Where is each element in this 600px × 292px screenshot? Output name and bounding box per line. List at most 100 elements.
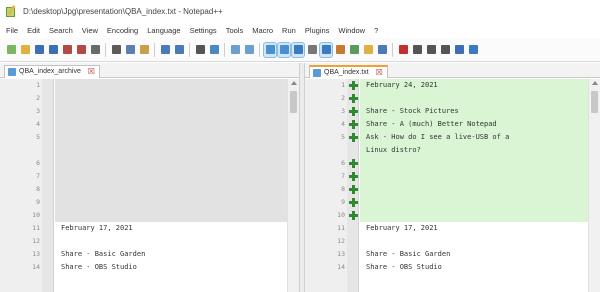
scroll-up-icon[interactable] xyxy=(291,81,297,85)
find-button[interactable] xyxy=(194,43,206,57)
added-line-icon xyxy=(349,107,358,116)
doc-map-button[interactable] xyxy=(334,43,346,57)
save-button[interactable] xyxy=(33,43,45,57)
sync-vertical-button[interactable] xyxy=(263,41,277,58)
menu-item-language[interactable]: Language xyxy=(147,26,180,35)
replace-button[interactable] xyxy=(208,43,220,57)
record-macro-button[interactable] xyxy=(397,43,409,57)
new-file-button[interactable] xyxy=(5,43,17,57)
menu-item-settings[interactable]: Settings xyxy=(190,26,217,35)
text-line[interactable] xyxy=(55,170,287,183)
added-line-icon xyxy=(349,159,358,168)
text-line[interactable]: Share - OBS Studio xyxy=(360,261,588,274)
cut-button[interactable] xyxy=(110,43,122,57)
redo-button[interactable] xyxy=(173,43,185,57)
close-all-button[interactable] xyxy=(75,43,87,57)
text-line[interactable]: Share - Stock Pictures xyxy=(360,105,588,118)
text-line[interactable] xyxy=(360,235,588,248)
scroll-thumb[interactable] xyxy=(591,91,598,113)
copy-button[interactable] xyxy=(124,43,136,57)
right-editor[interactable]: February 24, 2021 Share - Stock Pictures S… xyxy=(305,79,600,292)
text-line[interactable] xyxy=(360,157,588,170)
wrap-button[interactable] xyxy=(291,41,305,58)
text-line[interactable] xyxy=(55,131,287,144)
text-line[interactable]: February 24, 2021 xyxy=(360,79,588,92)
save-all-button[interactable] xyxy=(47,43,59,57)
text-line[interactable]: February 17, 2021 xyxy=(360,222,588,235)
text-line[interactable] xyxy=(55,79,287,92)
line-number: 2 xyxy=(36,94,40,102)
menu-item-encoding[interactable]: Encoding xyxy=(107,26,138,35)
close-button[interactable] xyxy=(61,43,73,57)
vertical-scrollbar[interactable] xyxy=(287,79,299,292)
line-number: 6 xyxy=(341,159,345,167)
added-line-icon xyxy=(349,172,358,181)
text-line[interactable]: Share - OBS Studio xyxy=(55,261,287,274)
indent-guide-button[interactable] xyxy=(319,41,333,58)
menu-item-run[interactable]: Run xyxy=(282,26,296,35)
line-text: Share - Basic Garden xyxy=(61,250,146,258)
text-line[interactable]: Share - Basic Garden xyxy=(55,248,287,261)
playback-button[interactable] xyxy=(425,43,437,57)
text-line[interactable] xyxy=(55,196,287,209)
text-line[interactable] xyxy=(55,235,287,248)
text-line[interactable] xyxy=(360,209,588,222)
text-line[interactable]: Share - Basic Garden xyxy=(360,248,588,261)
menu-item-edit[interactable]: Edit xyxy=(27,26,40,35)
left-text-area[interactable]: February 17, 2021 Share - Basic Garden Sha… xyxy=(55,79,287,292)
tab-close-icon[interactable]: ☒ xyxy=(88,66,95,78)
menu-item-help[interactable]: ? xyxy=(374,26,378,35)
zoom-out-button[interactable] xyxy=(243,43,255,57)
all-chars-button[interactable] xyxy=(306,43,318,57)
menu-item-window[interactable]: Window xyxy=(338,26,365,35)
right-text-area[interactable]: February 24, 2021 Share - Stock Pictures S… xyxy=(360,79,588,292)
paste-button[interactable] xyxy=(138,43,150,57)
text-line[interactable] xyxy=(360,196,588,209)
line-text: Share - Stock Pictures xyxy=(366,107,459,115)
text-line[interactable] xyxy=(55,144,287,157)
text-line[interactable] xyxy=(55,157,287,170)
text-line[interactable] xyxy=(55,105,287,118)
stop-record-button[interactable] xyxy=(411,43,423,57)
text-line[interactable]: Share - A (much) Better Notepad xyxy=(360,118,588,131)
scroll-up-icon[interactable] xyxy=(592,81,598,85)
scroll-thumb[interactable] xyxy=(290,91,297,113)
save-icon xyxy=(34,45,44,54)
run-multiple-button[interactable] xyxy=(439,43,451,57)
save-macro-button[interactable] xyxy=(453,43,465,57)
text-line[interactable] xyxy=(55,92,287,105)
vertical-scrollbar[interactable] xyxy=(588,79,600,292)
print-button[interactable] xyxy=(89,43,101,57)
text-line[interactable]: Ask - How do I see a live-USB of a xyxy=(360,131,588,144)
find-icon xyxy=(195,45,205,54)
text-line[interactable] xyxy=(55,183,287,196)
zoom-in-button[interactable] xyxy=(229,43,241,57)
tab-close-icon[interactable]: ☒ xyxy=(376,67,383,79)
monitor-button[interactable] xyxy=(376,43,388,57)
undo-button[interactable] xyxy=(159,43,171,57)
compare-button[interactable] xyxy=(467,43,479,57)
menu-item-macro[interactable]: Macro xyxy=(252,26,273,35)
folder-workspace-icon xyxy=(363,45,373,54)
tab-left-document[interactable]: QBA_index_archive ☒ xyxy=(4,65,100,78)
text-line[interactable]: Linux distro? xyxy=(360,144,588,157)
sync-horizontal-button[interactable] xyxy=(277,41,291,58)
text-line[interactable] xyxy=(360,92,588,105)
folder-workspace-button[interactable] xyxy=(362,43,374,57)
line-number: 7 xyxy=(341,172,345,180)
text-line[interactable] xyxy=(55,209,287,222)
doc-map-icon xyxy=(335,45,345,54)
menu-item-view[interactable]: View xyxy=(82,26,98,35)
text-line[interactable]: February 17, 2021 xyxy=(55,222,287,235)
text-line[interactable] xyxy=(360,170,588,183)
menu-item-plugins[interactable]: Plugins xyxy=(305,26,330,35)
menu-item-search[interactable]: Search xyxy=(49,26,73,35)
function-list-button[interactable] xyxy=(348,43,360,57)
tab-right-document[interactable]: QBA_index.txt ☒ xyxy=(309,65,388,78)
text-line[interactable] xyxy=(360,183,588,196)
left-editor[interactable]: February 17, 2021 Share - Basic Garden Sha… xyxy=(0,79,299,292)
text-line[interactable] xyxy=(55,118,287,131)
menu-item-tools[interactable]: Tools xyxy=(226,26,244,35)
open-folder-button[interactable] xyxy=(19,43,31,57)
menu-item-file[interactable]: File xyxy=(6,26,18,35)
